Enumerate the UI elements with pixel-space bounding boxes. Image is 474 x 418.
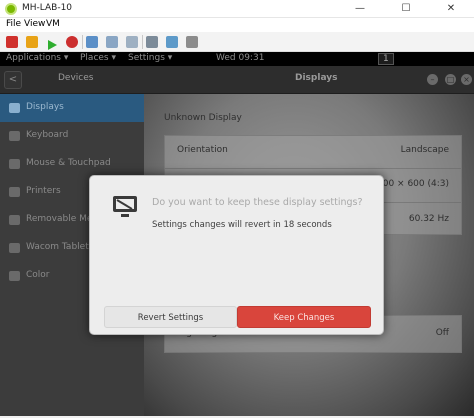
orientation-value[interactable]: Landscape [401,145,449,155]
color-icon [9,271,20,281]
snapshot-icon[interactable] [86,36,98,48]
settings-app-menu[interactable]: Settings ▾ [128,53,172,63]
vm-app-icon [5,3,17,15]
revert-settings-button[interactable]: Revert Settings [104,306,237,328]
manage-snapshots-icon[interactable] [126,36,138,48]
tablet-icon [9,243,20,253]
maximize-button[interactable]: ☐ [383,0,429,18]
menu-file[interactable]: File [6,19,21,29]
close-window-icon[interactable]: × [461,74,472,85]
minimize-button[interactable]: — [337,0,383,18]
send-keys-icon[interactable] [166,36,178,48]
dialog-message: Settings changes will revert in 18 secon… [152,220,332,230]
places-menu[interactable]: Places ▾ [80,53,116,63]
menu-view[interactable]: View [24,19,45,29]
window-titlebar: MH-LAB-10 — ☐ ✕ [0,0,474,18]
reset-icon[interactable] [66,36,78,48]
stop-icon[interactable] [6,36,18,48]
maximize-window-icon[interactable]: □ [445,74,456,85]
dialog-title: Do you want to keep these display settin… [152,197,363,208]
keyboard-icon [9,131,20,141]
display-warning-icon [112,195,138,219]
sidebar-item-mouse-touchpad[interactable]: Mouse & Touchpad [0,150,144,178]
guest-screen: Applications ▾ Places ▾ Settings ▾ Wed 0… [0,52,474,416]
pause-icon[interactable] [26,36,38,48]
page-title: Displays [295,73,338,83]
sidebar-item-label: Color [26,270,50,280]
orientation-label: Orientation [177,145,228,155]
sidebar-item-label: Wacom Tablet [26,242,89,252]
sidebar-item-keyboard[interactable]: Keyboard [0,122,144,150]
gnome-topbar: Applications ▾ Places ▾ Settings ▾ Wed 0… [0,52,474,66]
sidebar-item-label: Keyboard [26,130,69,140]
display-icon [9,103,20,113]
refresh-rate-value[interactable]: 60.32 Hz [409,214,449,224]
night-light-value: Off [435,328,449,338]
revert-snapshot-icon[interactable] [106,36,118,48]
window-title: MH-LAB-10 [22,3,73,13]
applications-menu[interactable]: Applications ▾ [6,53,68,63]
close-button[interactable]: ✕ [428,0,474,18]
sidebar-item-displays[interactable]: Displays [0,94,144,122]
keep-settings-dialog: Do you want to keep these display settin… [89,175,384,335]
play-icon[interactable] [46,36,58,50]
back-button[interactable]: < [4,71,22,89]
workspace-indicator[interactable]: 1 [378,53,394,65]
minimize-window-icon[interactable]: – [427,74,438,85]
display-name-heading: Unknown Display [164,113,242,123]
keep-changes-button[interactable]: Keep Changes [237,306,371,328]
sidebar-item-label: Printers [26,186,61,196]
sidebar-item-label: Mouse & Touchpad [26,158,111,168]
usb-icon[interactable] [186,36,198,48]
settings-headerbar: < Devices Displays – □ × [0,66,474,94]
ctrl-alt-del-icon[interactable] [146,36,158,48]
menu-vm[interactable]: VM [46,19,60,29]
toolbar-separator [82,35,83,49]
row-divider [165,168,461,169]
printer-icon [9,187,20,197]
media-icon [9,215,20,225]
resolution-value[interactable]: 800 × 600 (4:3) [377,179,449,189]
menubar: File View VM [0,18,474,32]
vm-toolbar [0,32,474,52]
toolbar-separator [142,35,143,49]
mouse-icon [9,159,20,169]
sidebar-title: Devices [58,73,94,83]
sidebar-item-label: Displays [26,102,64,112]
clock[interactable]: Wed 09:31 [216,53,264,63]
